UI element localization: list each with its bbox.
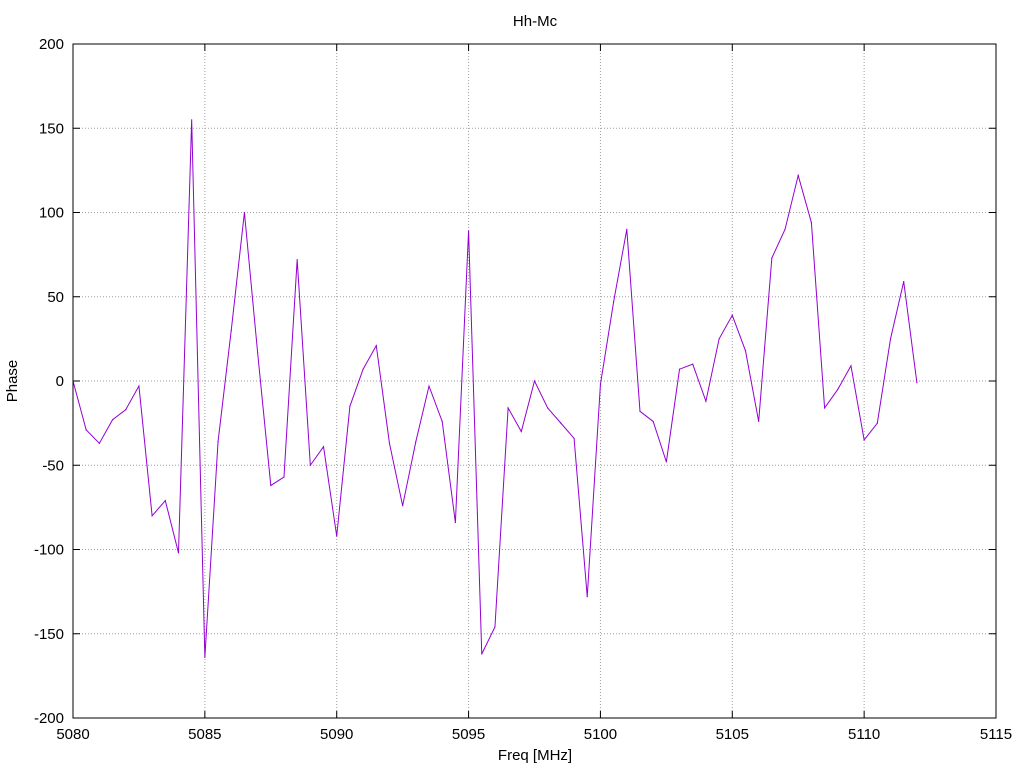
x-tick-label: 5080 xyxy=(56,726,89,743)
y-tick-label: -50 xyxy=(42,457,64,474)
data-point xyxy=(903,280,905,283)
y-tick-label: 0 xyxy=(56,373,64,390)
data-point xyxy=(837,388,839,391)
data-point xyxy=(599,383,602,385)
y-axis-label: Phase xyxy=(4,360,21,403)
data-point xyxy=(652,420,654,423)
x-tick-label: 5095 xyxy=(452,726,485,743)
data-point xyxy=(467,230,470,232)
data-point xyxy=(217,441,219,443)
data-point xyxy=(454,521,456,524)
data-point xyxy=(415,441,417,443)
data-point xyxy=(876,422,878,424)
y-tick-label: 200 xyxy=(39,36,64,53)
x-axis-label: Freq [MHz] xyxy=(498,747,572,764)
data-point xyxy=(494,626,496,628)
series-layer xyxy=(72,119,918,658)
y-tick-label: 50 xyxy=(47,289,64,306)
data-point xyxy=(771,257,773,259)
data-point xyxy=(98,442,100,444)
data-point xyxy=(889,338,892,340)
data-point xyxy=(270,484,272,487)
data-point xyxy=(560,422,562,424)
data-point xyxy=(85,429,87,431)
data-point xyxy=(388,442,391,444)
data-point xyxy=(428,385,430,387)
y-tick-label: -150 xyxy=(34,626,64,643)
data-point xyxy=(257,351,259,353)
data-point xyxy=(296,259,298,261)
x-tick-label: 5085 xyxy=(188,726,221,743)
data-point xyxy=(204,656,206,658)
data-point xyxy=(850,365,852,367)
data-point xyxy=(784,228,786,230)
data-point xyxy=(613,301,615,303)
data-point xyxy=(191,119,193,121)
chart-container: -200 -150 -100 -50 0 50 100 150 200 5080 5085 5090 5… xyxy=(0,0,1024,768)
y-tick-label: 100 xyxy=(39,205,64,222)
data-point xyxy=(177,552,180,554)
y-tick-label: 150 xyxy=(39,120,64,137)
series-line xyxy=(72,119,918,658)
data-point xyxy=(705,400,707,402)
data-point xyxy=(336,535,338,537)
data-point xyxy=(441,420,443,423)
x-tick-label: 5110 xyxy=(848,726,880,743)
data-point xyxy=(639,410,641,412)
data-point xyxy=(810,222,813,224)
data-point xyxy=(283,476,285,478)
data-point xyxy=(758,420,760,423)
data-point xyxy=(362,368,364,370)
data-point xyxy=(692,363,694,365)
data-point xyxy=(626,228,628,230)
data-point xyxy=(744,350,747,352)
data-point xyxy=(718,338,720,340)
data-point xyxy=(125,409,127,411)
data-point xyxy=(309,464,311,466)
data-point xyxy=(230,329,232,332)
data-point xyxy=(547,407,549,409)
data-point xyxy=(863,439,865,441)
data-point xyxy=(678,368,681,370)
data-point xyxy=(349,405,351,407)
data-point xyxy=(138,385,140,387)
data-point xyxy=(916,382,918,384)
data-point xyxy=(665,461,667,463)
x-tick-label: 5105 xyxy=(716,726,749,743)
data-point xyxy=(151,515,153,517)
data-point xyxy=(507,407,509,409)
data-point xyxy=(402,505,404,507)
y-tick-label: -200 xyxy=(34,710,64,727)
data-point xyxy=(243,211,246,214)
data-point xyxy=(533,380,536,382)
data-point xyxy=(823,407,826,409)
chart-title: Hh-Mc xyxy=(513,13,558,30)
y-tick-label: -100 xyxy=(34,542,64,559)
data-point xyxy=(375,345,377,347)
data-point xyxy=(586,596,588,598)
x-tick-label: 5100 xyxy=(584,726,617,743)
data-point xyxy=(322,446,325,448)
chart-svg: -200 -150 -100 -50 0 50 100 150 200 5080 5085 5090 5… xyxy=(4,13,1012,764)
data-point xyxy=(731,314,733,316)
x-tick-label: 5115 xyxy=(980,726,1012,743)
data-point xyxy=(111,419,114,421)
data-point xyxy=(164,500,166,502)
data-point xyxy=(573,437,575,439)
x-tick-label: 5090 xyxy=(320,726,353,743)
tick-layer: -200 -150 -100 -50 0 50 100 150 200 5080 5085 5090 5… xyxy=(34,36,1012,743)
data-point xyxy=(520,430,522,433)
data-point xyxy=(481,653,483,655)
data-point xyxy=(797,174,799,177)
